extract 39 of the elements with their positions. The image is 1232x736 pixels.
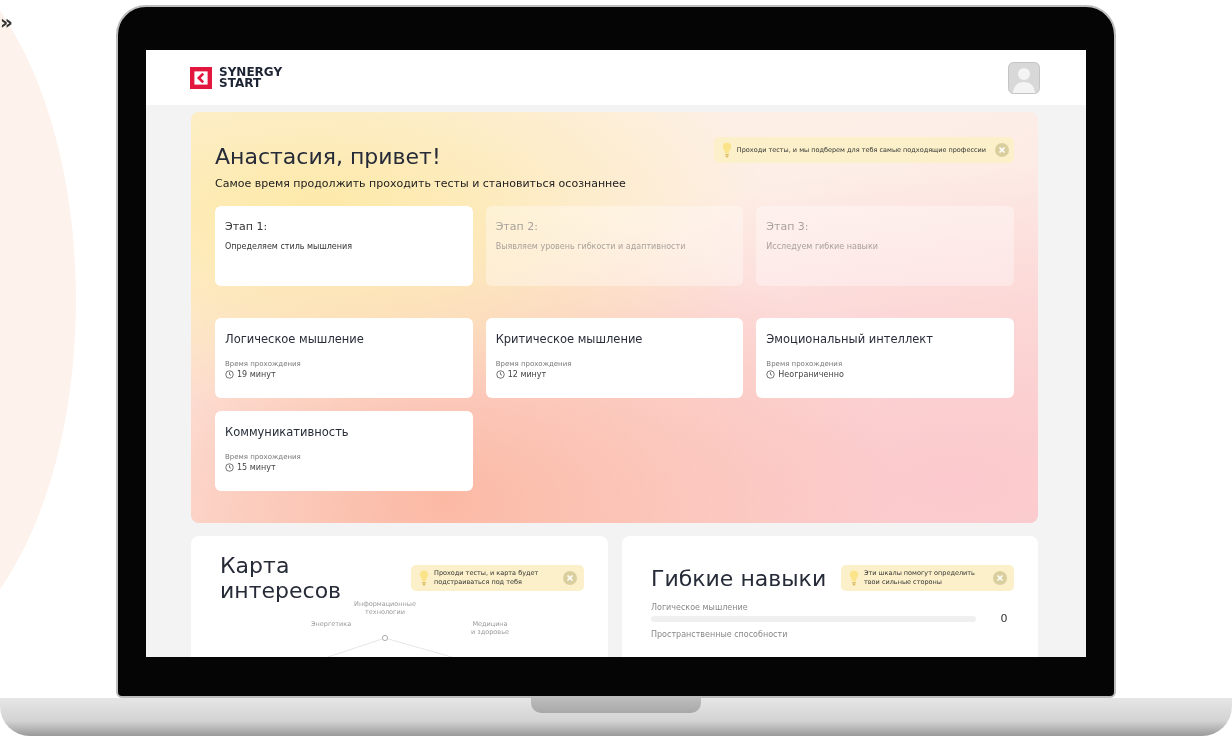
lightbulb-icon xyxy=(849,569,859,587)
test-title: Эмоциональный интеллект xyxy=(766,332,935,346)
duration-value: 12 минут xyxy=(507,370,547,379)
close-button[interactable] xyxy=(563,571,577,585)
skill-score: 0 xyxy=(999,612,1009,625)
duration-value: Неограниченно xyxy=(778,370,844,379)
close-button[interactable] xyxy=(995,143,1009,157)
stage-label: Этап 2: xyxy=(495,220,539,233)
close-button[interactable] xyxy=(993,571,1007,585)
close-icon xyxy=(563,571,577,585)
clock-icon xyxy=(495,370,505,379)
greeting-title: Анастасия, привет! xyxy=(215,144,442,169)
stage-description: Определяем стиль мышления xyxy=(225,242,353,251)
logo-icon xyxy=(190,66,212,89)
card-title: Гибкие навыки xyxy=(651,565,827,591)
stage-description: Исследуем гибкие навыки xyxy=(766,242,879,251)
clock-icon xyxy=(225,463,234,472)
avatar-icon[interactable] xyxy=(1008,60,1040,95)
close-icon xyxy=(993,571,1007,585)
stage-description: Выявляем уровень гибкости и адаптивности xyxy=(495,242,687,251)
chevron-mark: » xyxy=(0,10,13,34)
test-title: Коммуникативность xyxy=(225,425,350,439)
greeting-subtitle: Самое время продолжить проходить тесты и становиться осознаннее xyxy=(215,177,626,190)
skill-label: Логическое мышление xyxy=(650,603,749,612)
stage-card[interactable]: Этап 1: Определяем стиль мышления xyxy=(215,206,473,286)
close-icon xyxy=(995,143,1009,157)
test-title: Логическое мышление xyxy=(225,332,365,346)
stage-label: Этап 3: xyxy=(766,220,810,233)
duration-value: 19 минут xyxy=(237,370,276,379)
card-title: Карта интересов xyxy=(220,553,343,603)
clock-icon xyxy=(766,370,776,379)
logo-text: SYNERGY START xyxy=(219,66,283,89)
lightbulb-icon xyxy=(419,569,429,587)
duration-value: 15 минут xyxy=(237,463,276,472)
test-title: Критическое мышление xyxy=(495,332,644,346)
clock-icon xyxy=(225,370,234,379)
lightbulb-icon xyxy=(721,141,732,159)
skill-label: Пространственные способности xyxy=(650,630,789,639)
stage-label: Этап 1: xyxy=(225,220,269,233)
